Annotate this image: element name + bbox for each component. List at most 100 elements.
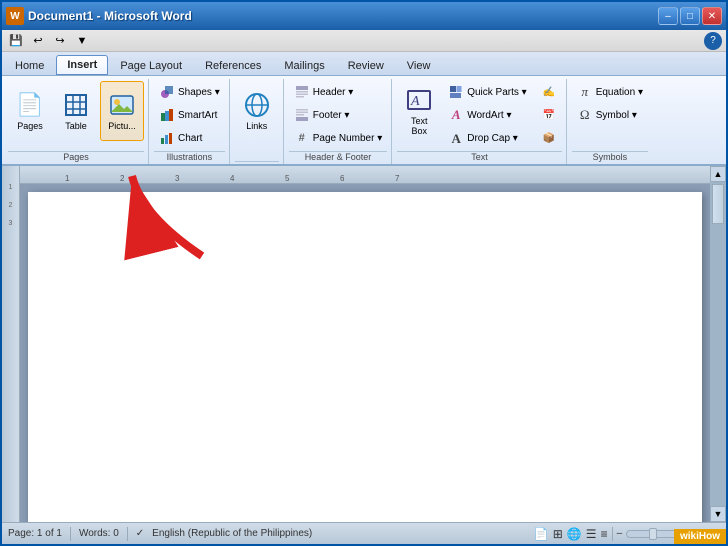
wordart-button[interactable]: A WordArt ▾ [443, 104, 531, 126]
pages-button[interactable]: 📄 Pages [8, 81, 52, 141]
document-scroll-area[interactable] [20, 184, 710, 522]
footer-button[interactable]: Footer ▾ [289, 104, 388, 126]
sig-line-button[interactable]: ✍ [536, 81, 562, 103]
vertical-ruler: 1 2 3 [2, 166, 20, 522]
group-links-label [235, 161, 279, 164]
shapes-label: Shapes ▾ [178, 87, 220, 98]
equation-button[interactable]: π Equation ▾ [572, 81, 648, 103]
view-web-icon[interactable]: 🌐 [567, 527, 582, 541]
zoom-slider-thumb[interactable] [649, 528, 657, 540]
smartart-icon [159, 107, 175, 123]
text-extra-col: ✍ 📅 📦 [536, 81, 562, 149]
equation-icon: π [577, 84, 593, 100]
group-symbols-label: Symbols [572, 151, 648, 164]
minimize-button[interactable]: – [658, 7, 678, 25]
ruler-mark-2: 2 [120, 174, 124, 183]
tab-insert[interactable]: Insert [56, 55, 108, 75]
drop-cap-label: Drop Cap ▾ [467, 133, 518, 144]
picture-icon [108, 91, 136, 119]
tab-view[interactable]: View [396, 56, 442, 75]
page-number-button[interactable]: # Page Number ▾ [289, 127, 388, 149]
header-button[interactable]: Header ▾ [289, 81, 388, 103]
symbols-col: π Equation ▾ Ω Symbol ▾ [572, 81, 648, 126]
wordart-icon: A [448, 107, 464, 123]
group-text-items: A TextBox Quick Parts ▾ A WordArt ▾ [397, 79, 561, 151]
ribbon: 📄 Pages Table Pictu... Pages [2, 76, 726, 166]
window-title: Document1 - Microsoft Word [28, 9, 192, 23]
date-time-button[interactable]: 📅 [536, 104, 562, 126]
quick-parts-button[interactable]: Quick Parts ▾ [443, 81, 531, 103]
symbol-button[interactable]: Ω Symbol ▾ [572, 104, 648, 126]
scroll-down-button[interactable]: ▼ [710, 506, 726, 522]
group-links-items: Links [235, 79, 279, 161]
picture-button[interactable]: Pictu... [100, 81, 144, 141]
smartart-label: SmartArt [178, 110, 217, 121]
view-print-icon[interactable]: 📄 [534, 527, 549, 541]
group-illustrations-label: Illustrations [154, 151, 225, 164]
drop-cap-button[interactable]: A Drop Cap ▾ [443, 127, 531, 149]
scrollbar-vertical[interactable]: ▲ ▼ [710, 166, 726, 522]
view-full-icon[interactable]: ⊞ [553, 527, 563, 541]
chart-label: Chart [178, 133, 202, 144]
zoom-out-button[interactable]: – [617, 528, 623, 539]
quick-access-toolbar: 💾 ↩ ↪ ▼ ? [2, 30, 726, 52]
tab-references[interactable]: References [194, 56, 272, 75]
group-text-label: Text [397, 151, 561, 164]
group-text: A TextBox Quick Parts ▾ A WordArt ▾ [393, 79, 566, 164]
illustrations-col: Shapes ▾ SmartArt Chart [154, 81, 225, 149]
text-box-button[interactable]: A TextBox [397, 81, 441, 141]
scrollbar-track[interactable] [710, 182, 726, 506]
table-label: Table [65, 121, 87, 131]
close-button[interactable]: ✕ [702, 7, 722, 25]
quick-parts-label: Quick Parts ▾ [467, 87, 526, 98]
date-time-icon: 📅 [541, 107, 557, 123]
links-button[interactable]: Links [235, 81, 279, 141]
header-label: Header ▾ [313, 87, 354, 98]
svg-text:A: A [410, 94, 420, 109]
links-icon [243, 91, 271, 119]
spell-check-icon: ✓ [136, 528, 144, 539]
view-draft-icon[interactable]: ≡ [601, 527, 608, 541]
undo-button[interactable]: ↩ [28, 32, 48, 50]
status-sep-2 [127, 527, 128, 541]
tab-home[interactable]: Home [4, 56, 55, 75]
word-count: Words: 0 [79, 528, 119, 539]
smartart-button[interactable]: SmartArt [154, 104, 225, 126]
chart-icon [159, 130, 175, 146]
chart-button[interactable]: Chart [154, 127, 225, 149]
word-window: W Document1 - Microsoft Word – □ ✕ 💾 ↩ ↪… [0, 0, 728, 546]
tab-mailings[interactable]: Mailings [273, 56, 335, 75]
maximize-button[interactable]: □ [680, 7, 700, 25]
group-illustrations-items: Shapes ▾ SmartArt Chart [154, 79, 225, 151]
pages-icon: 📄 [16, 91, 44, 119]
document-page[interactable] [28, 192, 702, 522]
tab-review[interactable]: Review [337, 56, 395, 75]
table-button[interactable]: Table [54, 81, 98, 141]
symbol-icon: Ω [577, 107, 593, 123]
quick-parts-icon [448, 84, 464, 100]
scroll-up-button[interactable]: ▲ [710, 166, 726, 182]
ruler-mark-6: 6 [340, 174, 344, 183]
status-sep-3 [612, 527, 613, 541]
group-pages-items: 📄 Pages Table Pictu... [8, 79, 144, 151]
group-symbols-items: π Equation ▾ Ω Symbol ▾ [572, 79, 648, 151]
object-button[interactable]: 📦 [536, 127, 562, 149]
scrollbar-thumb[interactable] [712, 184, 724, 224]
wordart-label: WordArt ▾ [467, 110, 511, 121]
group-symbols: π Equation ▾ Ω Symbol ▾ Symbols [568, 79, 652, 164]
page-number-label: Page Number ▾ [313, 133, 383, 144]
shapes-button[interactable]: Shapes ▾ [154, 81, 225, 103]
group-header-footer-label: Header & Footer [289, 151, 388, 164]
redo-button[interactable]: ↪ [50, 32, 70, 50]
drop-cap-icon: A [448, 130, 464, 146]
pages-label: Pages [17, 121, 43, 131]
save-button[interactable]: 💾 [6, 32, 26, 50]
text-box-label: TextBox [411, 116, 428, 136]
view-outline-icon[interactable]: ☰ [586, 527, 597, 541]
tab-page-layout[interactable]: Page Layout [109, 56, 193, 75]
group-header-footer: Header ▾ Footer ▾ # Page Number ▾ Header… [285, 79, 393, 164]
customize-qa-button[interactable]: ▼ [72, 32, 92, 50]
help-button[interactable]: ? [704, 32, 722, 50]
ruler-mark-5: 5 [285, 174, 289, 183]
status-sep-1 [70, 527, 71, 541]
